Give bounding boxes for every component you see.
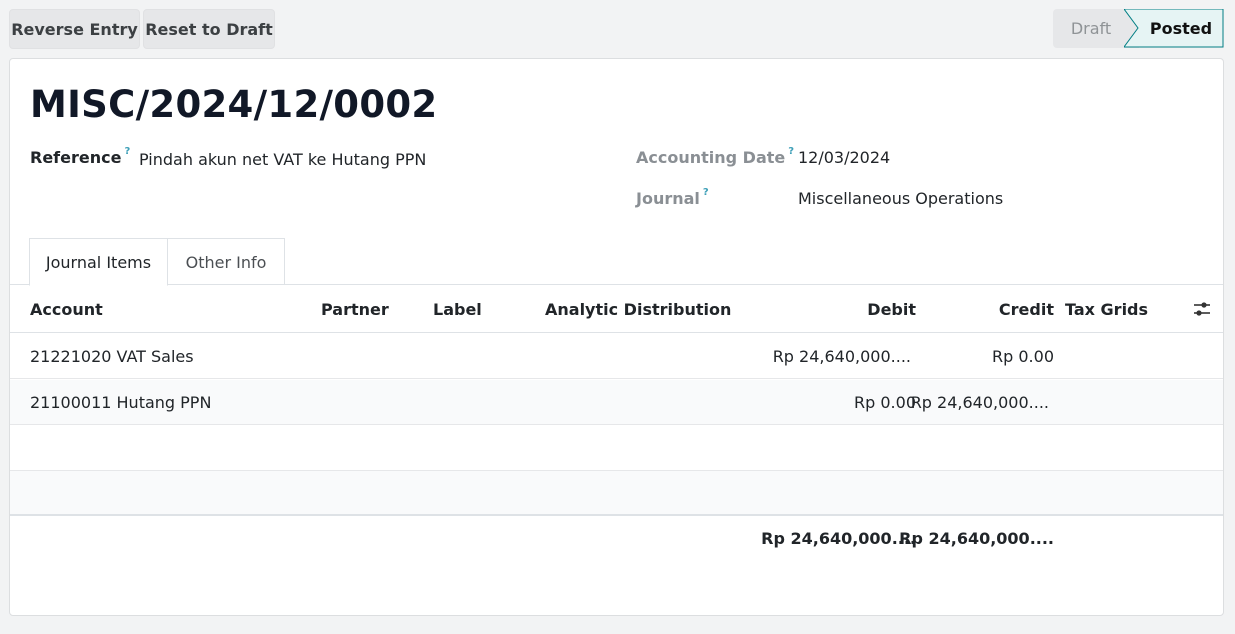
journal-label-text: Journal (636, 189, 700, 208)
column-account[interactable]: Account (30, 285, 103, 333)
column-debit[interactable]: Debit (770, 285, 916, 333)
notebook-tabs: Journal Items Other Info (10, 238, 1223, 286)
journal-label: Journal? (636, 187, 709, 208)
entry-title: MISC/2024/12/0002 (30, 83, 438, 126)
row-account: 21221020 VAT Sales (30, 347, 194, 366)
reference-help-icon[interactable]: ? (124, 146, 130, 157)
reference-label: Reference? (30, 146, 130, 167)
row-credit: Rp 24,640,000.... (910, 393, 1049, 412)
row-credit: Rp 0.00 (992, 347, 1054, 366)
totals-row: Rp 24,640,000.... Rp 24,640,000.... (10, 514, 1223, 559)
empty-row (10, 471, 1223, 514)
status-posted-label: Posted (1149, 19, 1213, 38)
form-sheet: MISC/2024/12/0002 Reference? Pindah akun… (9, 58, 1224, 616)
column-tax-grids[interactable]: Tax Grids (1065, 285, 1148, 333)
accounting-date-value: 12/03/2024 (798, 148, 891, 167)
total-debit: Rp 24,640,000.... (761, 529, 916, 548)
accounting-date-label-text: Accounting Date (636, 148, 786, 167)
accounting-date-help-icon[interactable]: ? (788, 146, 794, 157)
status-posted[interactable]: Posted (1124, 9, 1224, 48)
reference-label-text: Reference (30, 148, 122, 167)
row-account: 21100011 Hutang PPN (30, 393, 212, 412)
reverse-entry-button[interactable]: Reverse Entry (9, 9, 140, 49)
sliders-icon[interactable] (1193, 300, 1211, 318)
journal-value: Miscellaneous Operations (798, 189, 1004, 208)
empty-row (10, 426, 1223, 471)
row-debit: Rp 24,640,000.... (772, 347, 911, 366)
column-label[interactable]: Label (433, 285, 482, 333)
journal-help-icon[interactable]: ? (703, 187, 709, 198)
table-row[interactable]: 21221020 VAT Sales Rp 24,640,000.... Rp … (10, 334, 1223, 379)
tab-other-info[interactable]: Other Info (168, 238, 285, 285)
column-credit[interactable]: Credit (920, 285, 1054, 333)
total-credit: Rp 24,640,000.... (899, 529, 1054, 548)
tab-journal-items[interactable]: Journal Items (29, 238, 168, 286)
column-analytic-distribution[interactable]: Analytic Distribution (545, 285, 731, 333)
table-header: Account Partner Label Analytic Distribut… (10, 285, 1223, 333)
reference-value: Pindah akun net VAT ke Hutang PPN (139, 150, 427, 169)
row-debit: Rp 0.00 (854, 393, 916, 412)
control-panel: Reverse Entry Reset to Draft Draft Poste… (0, 0, 1235, 58)
accounting-date-label: Accounting Date? (636, 146, 794, 167)
table-row[interactable]: 21100011 Hutang PPN Rp 0.00 Rp 24,640,00… (10, 380, 1223, 425)
status-bar: Draft Posted (1053, 9, 1224, 48)
column-partner[interactable]: Partner (321, 285, 389, 333)
reset-to-draft-button[interactable]: Reset to Draft (143, 9, 275, 49)
